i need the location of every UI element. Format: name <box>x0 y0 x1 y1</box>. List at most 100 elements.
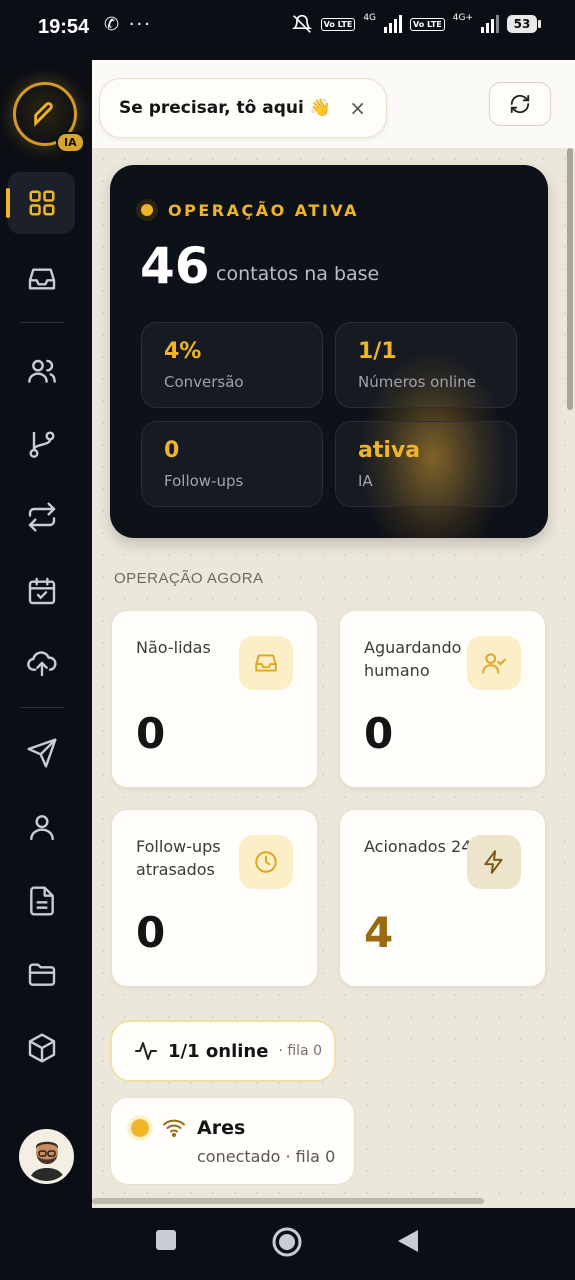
swap-icon <box>28 502 55 532</box>
system-navigation-bar <box>0 1208 575 1280</box>
send-icon <box>26 738 57 768</box>
avatar[interactable] <box>19 1129 74 1184</box>
metric-label: IA <box>358 472 373 490</box>
user-avatar-illustration <box>22 1132 71 1181</box>
toast-message: Se precisar, tô aqui 👋 <box>119 98 331 118</box>
card-icon-wrap <box>239 835 293 889</box>
operation-summary-card: OPERAÇÃO ATIVA 46 contatos na base 4% Co… <box>110 165 548 538</box>
sidebar-item-profile[interactable] <box>8 796 75 858</box>
metric-value: ativa <box>358 438 421 463</box>
metric-ia: ativa IA <box>335 421 517 507</box>
signal-icon-1 <box>384 15 403 33</box>
calendar-check-icon <box>28 577 55 605</box>
card-icon-wrap <box>467 636 521 690</box>
metric-label: Conversão <box>164 373 244 391</box>
section-title: OPERAÇÃO AGORA <box>114 570 264 587</box>
card-icon-wrap <box>467 835 521 889</box>
signal-icon-2 <box>481 15 499 33</box>
card-triggered-24h[interactable]: Acionados 24h 4 <box>339 809 546 987</box>
sidebar-item-schedule[interactable] <box>8 560 75 622</box>
recents-icon[interactable] <box>154 1228 178 1252</box>
device-status: conectado · fila 0 <box>197 1147 336 1166</box>
wifi-icon <box>163 1119 185 1137</box>
status-right-icons: Vo LTE 4G Vo LTE 4G+ 53 <box>291 13 541 34</box>
sidebar-item-inbox[interactable] <box>8 248 75 310</box>
operation-status: OPERAÇÃO ATIVA <box>136 199 359 221</box>
assistant-toast: Se precisar, tô aqui 👋 × <box>99 78 387 138</box>
device-name: Ares <box>197 1117 246 1139</box>
operation-status-label: OPERAÇÃO ATIVA <box>168 200 359 220</box>
card-title: Aguardando humano <box>364 638 462 680</box>
status-time: 19:54 <box>38 16 90 38</box>
battery-icon: 53 <box>507 15 541 33</box>
online-count: 1/1 online <box>168 1040 269 1062</box>
close-icon[interactable]: × <box>349 96 366 120</box>
online-queue: · fila 0 <box>278 1043 322 1059</box>
home-icon[interactable] <box>271 1226 303 1258</box>
ia-badge: IA <box>56 132 85 153</box>
contacts-count: 46 <box>140 237 210 295</box>
metric-conversion: 4% Conversão <box>141 322 323 408</box>
horizontal-scrollbar[interactable] <box>92 1198 484 1204</box>
online-dot-icon <box>131 1119 149 1137</box>
card-value: 0 <box>136 709 166 758</box>
branch-icon <box>28 431 55 458</box>
sidebar-item-import[interactable] <box>8 632 75 694</box>
network-label-2: 4G+ <box>452 13 473 23</box>
zap-icon <box>484 850 503 874</box>
card-title: Follow-ups atrasados <box>136 837 221 879</box>
sidebar: IA <box>0 60 92 1208</box>
sidebar-item-dashboard[interactable] <box>6 172 75 234</box>
device-card[interactable]: Ares conectado · fila 0 <box>110 1097 355 1185</box>
document-icon <box>29 886 54 916</box>
box-icon <box>28 1033 55 1063</box>
card-value: 0 <box>364 709 394 758</box>
sidebar-item-flows[interactable] <box>8 413 75 475</box>
card-value: 4 <box>364 908 394 957</box>
sidebar-item-contacts[interactable] <box>8 340 75 402</box>
contacts-count-label: contatos na base <box>216 263 380 285</box>
sidebar-item-files[interactable] <box>8 943 75 1005</box>
inbox-icon <box>28 268 55 290</box>
inbox-icon <box>255 654 277 672</box>
refresh-icon <box>510 94 530 114</box>
status-notification-icons: ✆ ··· <box>104 14 152 35</box>
user-check-icon <box>482 653 506 674</box>
metric-value: 4% <box>164 339 202 364</box>
users-icon <box>27 359 56 383</box>
sidebar-item-campaigns[interactable] <box>8 722 75 784</box>
metric-value: 1/1 <box>358 339 397 364</box>
cloud-upload-icon <box>26 651 57 677</box>
pen-icon <box>34 102 53 127</box>
clock-icon <box>255 851 277 873</box>
sidebar-item-automations[interactable] <box>8 486 75 548</box>
main-content: Se precisar, tô aqui 👋 × OPERAÇÃO ATIVA … <box>92 60 575 1208</box>
vertical-scrollbar[interactable] <box>567 148 573 410</box>
back-icon[interactable] <box>396 1228 420 1254</box>
network-label-1: 4G <box>363 13 377 23</box>
dashboard-icon <box>29 190 54 216</box>
card-value: 0 <box>136 908 166 957</box>
metric-follow-ups: 0 Follow-ups <box>141 421 323 507</box>
card-title: Não-lidas <box>136 638 211 657</box>
card-title: Acionados 24h <box>364 837 482 856</box>
card-overdue-followups[interactable]: Follow-ups atrasados 0 <box>111 809 318 987</box>
activity-icon <box>135 1042 157 1060</box>
card-icon-wrap <box>239 636 293 690</box>
mute-icon <box>291 14 312 33</box>
online-status-pill[interactable]: 1/1 online · fila 0 <box>110 1020 336 1082</box>
card-unread[interactable]: Não-lidas 0 <box>111 610 318 788</box>
status-dot-icon <box>136 199 158 221</box>
nav-divider <box>20 707 64 708</box>
metric-label: Follow-ups <box>164 472 244 490</box>
sidebar-item-documents[interactable] <box>8 870 75 932</box>
metric-numbers-online: 1/1 Números online <box>335 322 517 408</box>
refresh-button[interactable] <box>489 82 551 126</box>
metric-label: Números online <box>358 373 476 391</box>
folder-icon <box>28 963 55 986</box>
user-icon <box>29 815 54 841</box>
metric-value: 0 <box>164 438 180 463</box>
card-awaiting-human[interactable]: Aguardando humano 0 <box>339 610 546 788</box>
nav-divider <box>20 322 64 323</box>
sidebar-item-products[interactable] <box>8 1017 75 1079</box>
